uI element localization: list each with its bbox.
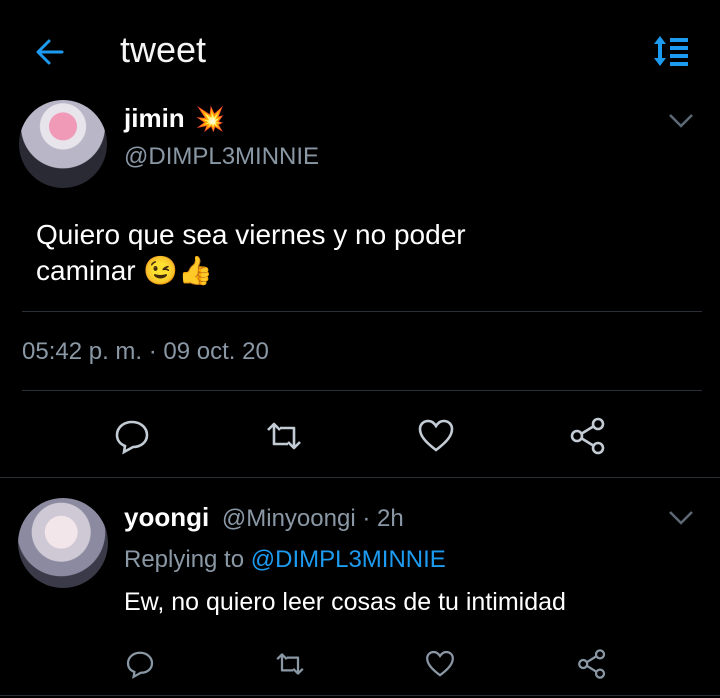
chevron-down-icon[interactable] [668, 510, 694, 526]
share-icon[interactable] [568, 416, 608, 456]
replying-handle-link[interactable]: @DIMPL3MINNIE [251, 546, 446, 573]
tweet-text-line2: caminar [36, 255, 136, 286]
reply-time: · 2h [362, 505, 404, 532]
author-row[interactable]: jimin 💥 [124, 103, 225, 134]
avatar[interactable] [18, 498, 108, 588]
divider [0, 695, 720, 696]
chevron-down-icon[interactable] [668, 113, 694, 129]
tweet-emoji: 😉👍 [143, 255, 214, 286]
divider [22, 311, 702, 312]
reply-author-row[interactable]: yoongi @Minyoongi · 2h [124, 502, 404, 533]
reply-text: Ew, no quiero leer cosas de tu intimidad [124, 588, 566, 616]
share-icon[interactable] [576, 648, 608, 680]
name-emoji: 💥 [195, 106, 226, 133]
tweet-timestamp: 05:42 p. m. · 09 oct. 20 [22, 338, 269, 365]
like-icon[interactable] [424, 648, 456, 680]
divider [22, 390, 702, 391]
retweet-icon[interactable] [274, 648, 306, 680]
tweet-text: Quiero que sea viernes y no poder camina… [36, 217, 596, 289]
tweet-text-line1: Quiero que sea viernes y no poder [36, 219, 466, 250]
retweet-icon[interactable] [264, 416, 304, 456]
replying-prefix: Replying to [124, 546, 245, 573]
divider [0, 477, 720, 478]
page-title: tweet [120, 29, 207, 70]
author-handle[interactable]: @DIMPL3MINNIE [124, 143, 319, 171]
reply-author-handle: @Minyoongi [221, 505, 356, 532]
back-arrow-icon[interactable] [32, 34, 68, 70]
reply-author-name: yoongi [124, 502, 210, 532]
like-icon[interactable] [416, 416, 456, 456]
author-name: jimin [124, 103, 185, 133]
reply-icon[interactable] [112, 416, 152, 456]
sort-icon[interactable] [652, 34, 692, 68]
reply-icon[interactable] [124, 648, 156, 680]
avatar[interactable] [19, 100, 107, 188]
replying-to: Replying to @DIMPL3MINNIE [124, 546, 446, 574]
